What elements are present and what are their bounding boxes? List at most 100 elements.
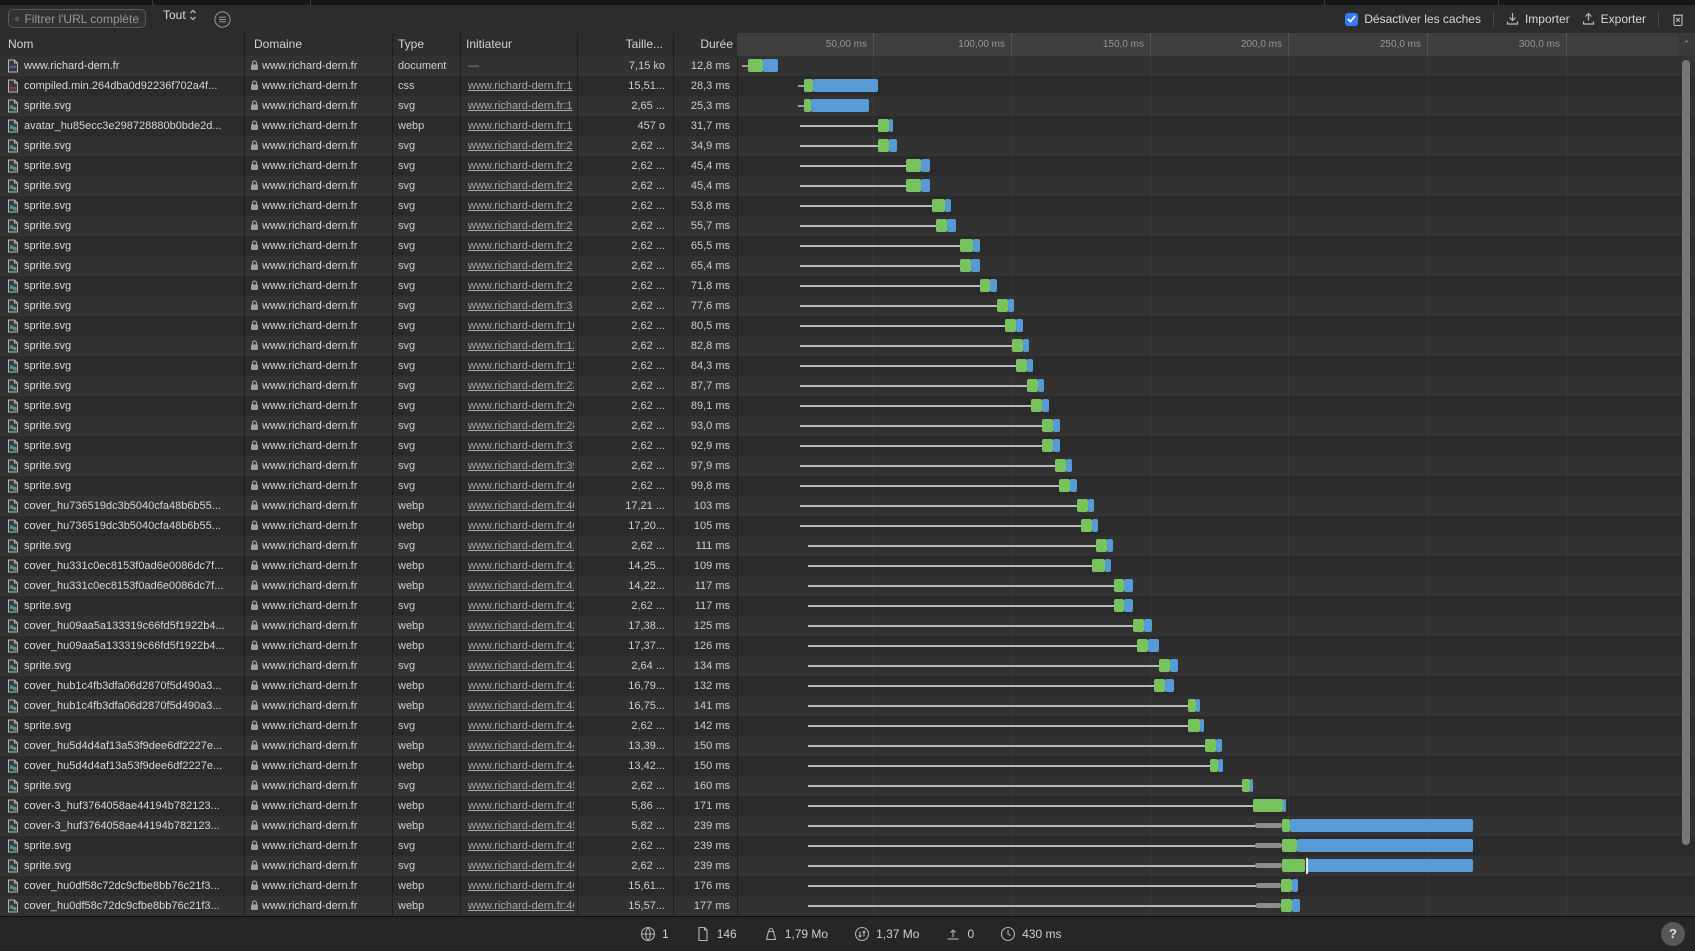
initiator-link[interactable]: www.richard-dern.fr:46 bbox=[468, 860, 574, 872]
scope-select[interactable]: Tout bbox=[163, 8, 197, 22]
initiator-link[interactable]: www.richard-dern.fr:46 bbox=[468, 900, 574, 912]
table-row[interactable]: sprite.svgwww.richard-dern.frsvgwww.rich… bbox=[0, 856, 1695, 876]
table-row[interactable]: cover_hu736519dc3b5040cfa48b6b55...www.r… bbox=[0, 496, 1695, 516]
table-row[interactable]: sprite.svgwww.richard-dern.frsvgwww.rich… bbox=[0, 96, 1695, 116]
initiator-link[interactable]: www.richard-dern.fr:43 bbox=[468, 700, 574, 712]
column-separator[interactable] bbox=[392, 33, 393, 56]
table-row[interactable]: cover_hu09aa5a133319c66fd5f1922b4...www.… bbox=[0, 616, 1695, 636]
table-row[interactable]: sprite.svgwww.richard-dern.frsvgwww.rich… bbox=[0, 276, 1695, 296]
column-separator[interactable] bbox=[244, 33, 245, 56]
initiator-link[interactable]: www.richard-dern.fr:15 bbox=[468, 360, 574, 372]
initiator-link[interactable]: www.richard-dern.fr:42 bbox=[468, 640, 574, 652]
column-header-nom[interactable]: Nom bbox=[8, 33, 33, 56]
scrollbar-up-arrow[interactable]: ⌃ bbox=[1678, 33, 1695, 56]
column-header-initiateur[interactable]: Initiateur bbox=[466, 33, 512, 56]
initiator-link[interactable]: www.richard-dern.fr:44 bbox=[468, 720, 574, 732]
table-row[interactable]: cover_hu331c0ec8153f0ad6e0086dc7f...www.… bbox=[0, 556, 1695, 576]
initiator-link[interactable]: www.richard-dern.fr:1 bbox=[468, 120, 573, 132]
table-row[interactable]: sprite.svgwww.richard-dern.frsvgwww.rich… bbox=[0, 316, 1695, 336]
filter-url-input[interactable]: Filtrer l'URL complète bbox=[8, 9, 146, 28]
initiator-link[interactable]: www.richard-dern.fr:41 bbox=[468, 580, 574, 592]
disable-caches-toggle[interactable]: Désactiver les caches bbox=[1345, 12, 1481, 26]
table-row[interactable]: sprite.svgwww.richard-dern.frsvgwww.rich… bbox=[0, 356, 1695, 376]
table-row[interactable]: sprite.svgwww.richard-dern.frsvgwww.rich… bbox=[0, 836, 1695, 856]
initiator-link[interactable]: www.richard-dern.fr:45 bbox=[468, 820, 574, 832]
initiator-link[interactable]: www.richard-dern.fr:40 bbox=[468, 500, 574, 512]
table-row[interactable]: cover-3_huf3764058ae44194b782123...www.r… bbox=[0, 796, 1695, 816]
initiator-link[interactable]: www.richard-dern.fr:12 bbox=[468, 340, 574, 352]
column-header-dure[interactable]: Durée bbox=[673, 33, 733, 56]
table-row[interactable]: avatar_hu85ecc3e298728880b0bde2d...www.r… bbox=[0, 116, 1695, 136]
initiator-link[interactable]: www.richard-dern.fr:3 bbox=[468, 300, 573, 312]
initiator-link[interactable]: www.richard-dern.fr:23 bbox=[468, 380, 574, 392]
export-button[interactable]: Exporter bbox=[1582, 12, 1646, 26]
table-row[interactable]: sprite.svgwww.richard-dern.frsvgwww.rich… bbox=[0, 296, 1695, 316]
initiator-link[interactable]: www.richard-dern.fr:28 bbox=[468, 420, 574, 432]
initiator-link[interactable]: www.richard-dern.fr:26 bbox=[468, 400, 574, 412]
initiator-link[interactable]: www.richard-dern.fr:2 bbox=[468, 140, 573, 152]
initiator-link[interactable]: www.richard-dern.fr:44 bbox=[468, 760, 574, 772]
table-row[interactable]: sprite.svgwww.richard-dern.frsvgwww.rich… bbox=[0, 236, 1695, 256]
column-separator[interactable] bbox=[460, 33, 461, 56]
table-row[interactable]: sprite.svgwww.richard-dern.frsvgwww.rich… bbox=[0, 376, 1695, 396]
initiator-link[interactable]: www.richard-dern.fr:1 bbox=[468, 100, 573, 112]
initiator-link[interactable]: www.richard-dern.fr:41 bbox=[468, 560, 574, 572]
initiator-link[interactable]: www.richard-dern.fr:2 bbox=[468, 220, 573, 232]
initiator-link[interactable]: www.richard-dern.fr:2 bbox=[468, 200, 573, 212]
table-row[interactable]: cover_hu0df58c72dc9cfbe8bb76c21f3...www.… bbox=[0, 896, 1695, 916]
initiator-link[interactable]: www.richard-dern.fr:1 bbox=[468, 80, 573, 92]
initiator-link[interactable]: www.richard-dern.fr:2 bbox=[468, 280, 573, 292]
table-row[interactable]: sprite.svgwww.richard-dern.frsvgwww.rich… bbox=[0, 596, 1695, 616]
initiator-link[interactable]: www.richard-dern.fr:37 bbox=[468, 440, 574, 452]
checkbox-checked-icon[interactable] bbox=[1345, 13, 1358, 26]
table-row[interactable]: cover_hu5d4d4af13a53f9dee6df2227e...www.… bbox=[0, 756, 1695, 776]
table-row[interactable]: sprite.svgwww.richard-dern.frsvgwww.rich… bbox=[0, 156, 1695, 176]
initiator-link[interactable]: www.richard-dern.fr:43 bbox=[468, 660, 574, 672]
initiator-link[interactable]: www.richard-dern.fr:43 bbox=[468, 680, 574, 692]
table-row[interactable]: sprite.svgwww.richard-dern.frsvgwww.rich… bbox=[0, 336, 1695, 356]
initiator-link[interactable]: www.richard-dern.fr:42 bbox=[468, 620, 574, 632]
table-row[interactable]: cover_hub1c4fb3dfa06d2870f5d490a3...www.… bbox=[0, 676, 1695, 696]
initiator-link[interactable]: www.richard-dern.fr:10 bbox=[468, 320, 574, 332]
table-row[interactable]: cover_hu09aa5a133319c66fd5f1922b4...www.… bbox=[0, 636, 1695, 656]
filter-options-button[interactable] bbox=[214, 11, 231, 28]
table-row[interactable]: sprite.svgwww.richard-dern.frsvgwww.rich… bbox=[0, 536, 1695, 556]
table-row[interactable]: cover_hub1c4fb3dfa06d2870f5d490a3...www.… bbox=[0, 696, 1695, 716]
table-row[interactable]: sprite.svgwww.richard-dern.frsvgwww.rich… bbox=[0, 416, 1695, 436]
initiator-link[interactable]: www.richard-dern.fr:44 bbox=[468, 740, 574, 752]
table-row[interactable]: sprite.svgwww.richard-dern.frsvgwww.rich… bbox=[0, 716, 1695, 736]
initiator-link[interactable]: www.richard-dern.fr:46 bbox=[468, 880, 574, 892]
table-row[interactable]: csscompiled.min.264dba0d92236f702a4f...w… bbox=[0, 76, 1695, 96]
table-row[interactable]: <>www.richard-dern.frwww.richard-dern.fr… bbox=[0, 56, 1695, 76]
initiator-link[interactable]: www.richard-dern.fr:40 bbox=[468, 480, 574, 492]
initiator-link[interactable]: www.richard-dern.fr:2 bbox=[468, 160, 573, 172]
initiator-link[interactable]: www.richard-dern.fr:39 bbox=[468, 460, 574, 472]
table-row[interactable]: sprite.svgwww.richard-dern.frsvgwww.rich… bbox=[0, 256, 1695, 276]
initiator-link[interactable]: www.richard-dern.fr:42 bbox=[468, 600, 574, 612]
initiator-link[interactable]: www.richard-dern.fr:45 bbox=[468, 780, 574, 792]
table-row[interactable]: sprite.svgwww.richard-dern.frsvgwww.rich… bbox=[0, 136, 1695, 156]
table-row[interactable]: sprite.svgwww.richard-dern.frsvgwww.rich… bbox=[0, 456, 1695, 476]
column-header-domaine[interactable]: Domaine bbox=[254, 33, 302, 56]
table-row[interactable]: sprite.svgwww.richard-dern.frsvgwww.rich… bbox=[0, 436, 1695, 456]
table-row[interactable]: sprite.svgwww.richard-dern.frsvgwww.rich… bbox=[0, 216, 1695, 236]
initiator-link[interactable]: www.richard-dern.fr:40 bbox=[468, 520, 574, 532]
initiator-link[interactable]: www.richard-dern.fr:2 bbox=[468, 240, 573, 252]
clear-network-items-button[interactable] bbox=[1671, 12, 1685, 27]
column-header-type[interactable]: Type bbox=[398, 33, 424, 56]
initiator-link[interactable]: www.richard-dern.fr:41 bbox=[468, 540, 574, 552]
table-row[interactable]: cover_hu331c0ec8153f0ad6e0086dc7f...www.… bbox=[0, 576, 1695, 596]
table-row[interactable]: cover_hu736519dc3b5040cfa48b6b55...www.r… bbox=[0, 516, 1695, 536]
vertical-scrollbar-thumb[interactable] bbox=[1682, 60, 1690, 845]
column-header-taille[interactable]: Taille... bbox=[577, 33, 663, 56]
initiator-link[interactable]: www.richard-dern.fr:2 bbox=[468, 260, 573, 272]
table-row[interactable]: sprite.svgwww.richard-dern.frsvgwww.rich… bbox=[0, 396, 1695, 416]
table-row[interactable]: sprite.svgwww.richard-dern.frsvgwww.rich… bbox=[0, 476, 1695, 496]
table-row[interactable]: sprite.svgwww.richard-dern.frsvgwww.rich… bbox=[0, 776, 1695, 796]
import-button[interactable]: Importer bbox=[1506, 12, 1570, 26]
table-row[interactable]: sprite.svgwww.richard-dern.frsvgwww.rich… bbox=[0, 196, 1695, 216]
initiator-link[interactable]: www.richard-dern.fr:45 bbox=[468, 840, 574, 852]
help-button[interactable]: ? bbox=[1661, 922, 1685, 946]
column-separator[interactable] bbox=[673, 33, 674, 56]
initiator-link[interactable]: www.richard-dern.fr:45 bbox=[468, 800, 574, 812]
